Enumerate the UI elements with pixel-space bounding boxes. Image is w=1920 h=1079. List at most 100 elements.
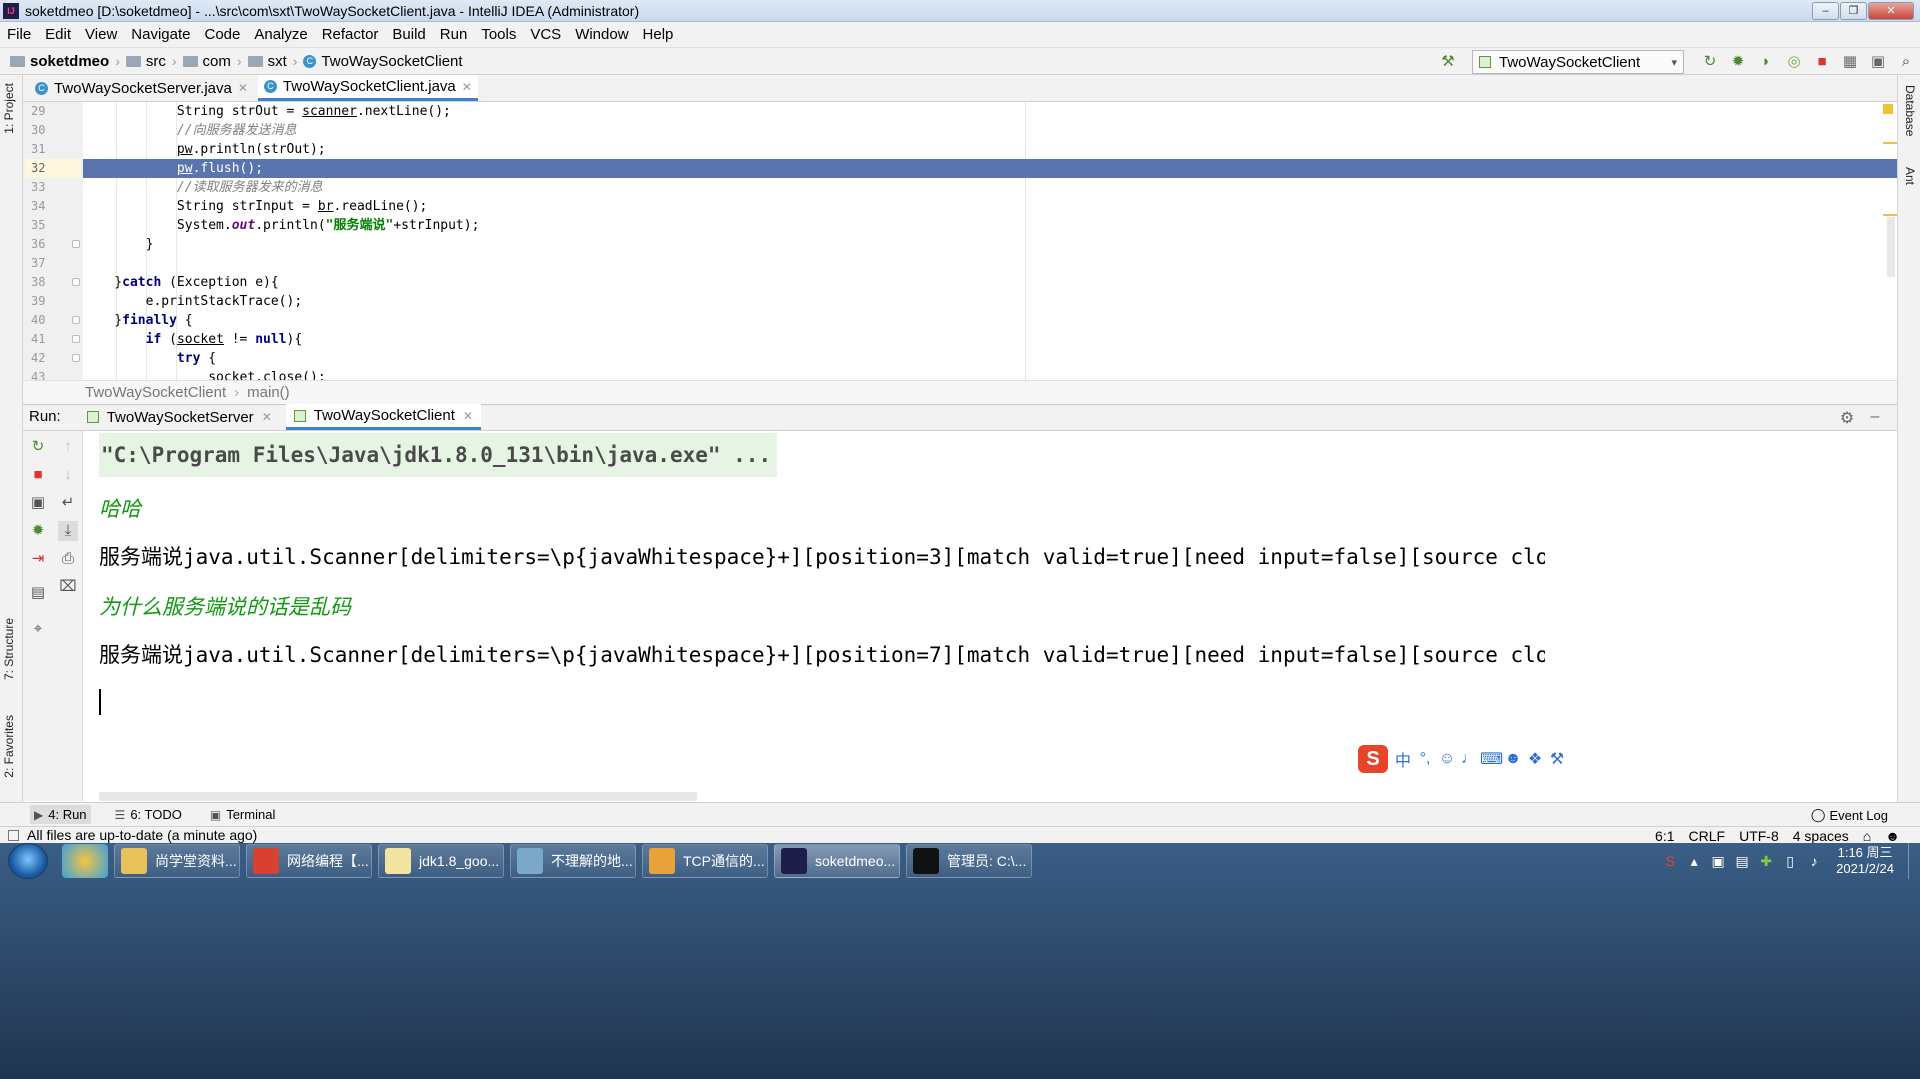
- breadcrumb-sxt[interactable]: sxt: [247, 53, 287, 70]
- network-icon[interactable]: ▤: [1730, 853, 1754, 870]
- breadcrumb-src[interactable]: src: [125, 53, 166, 70]
- debug-icon[interactable]: ✹: [28, 521, 48, 541]
- volume-icon[interactable]: ♪: [1802, 853, 1826, 869]
- sogou-tray-icon[interactable]: S: [1658, 853, 1682, 869]
- minimize-panel-icon[interactable]: –: [1861, 408, 1889, 428]
- rerun-icon[interactable]: ↻: [1696, 51, 1724, 73]
- minimize-button[interactable]: –: [1812, 2, 1839, 20]
- breadcrumb-project[interactable]: soketdmeo: [10, 53, 109, 70]
- microphone-icon[interactable]: ♩: [1458, 750, 1480, 768]
- taskbar-task[interactable]: soketdmeo...: [774, 844, 900, 878]
- layout-icon[interactable]: ▣: [1864, 51, 1892, 73]
- tray-app-icon[interactable]: ▣: [1706, 853, 1730, 870]
- menu-run[interactable]: Run: [440, 26, 468, 43]
- menu-vcs[interactable]: VCS: [530, 26, 561, 43]
- trash-icon[interactable]: ⌧: [58, 577, 78, 597]
- lock-icon[interactable]: ⌂: [1863, 828, 1871, 844]
- todo-tool-tab[interactable]: ☰ 6: TODO: [111, 805, 186, 824]
- indent-setting[interactable]: 4 spaces: [1793, 828, 1849, 844]
- taskbar-task[interactable]: 不理解的地...: [510, 844, 636, 878]
- marker[interactable]: [1883, 142, 1897, 144]
- code-line[interactable]: 40 }finally {: [31, 311, 1897, 330]
- start-button[interactable]: [8, 843, 48, 879]
- code-editor[interactable]: 29 String strOut = scanner.nextLine(); 30…: [23, 102, 1897, 380]
- code-line[interactable]: 33 //读取服务器发来的消息: [31, 178, 1897, 197]
- sogou-logo-icon[interactable]: S: [1358, 745, 1388, 773]
- code-line[interactable]: 30 //向服务器发送消息: [31, 121, 1897, 140]
- soft-wrap-icon[interactable]: ↵: [58, 493, 78, 513]
- file-encoding[interactable]: UTF-8: [1739, 828, 1779, 844]
- editor-breadcrumb-class[interactable]: TwoWaySocketClient: [85, 384, 226, 401]
- show-desktop-button[interactable]: [1908, 843, 1920, 879]
- code-line[interactable]: 42 try {: [31, 349, 1897, 368]
- project-tool-tab[interactable]: 1: Project: [2, 83, 16, 134]
- fold-marker-icon[interactable]: [72, 335, 80, 343]
- warning-marker[interactable]: [1883, 104, 1893, 114]
- favorites-tool-tab[interactable]: 2: Favorites: [2, 715, 16, 778]
- code-line[interactable]: 38 }catch (Exception e){: [31, 273, 1897, 292]
- breadcrumb-com[interactable]: com: [182, 53, 231, 70]
- fold-marker-icon[interactable]: [72, 278, 80, 286]
- fold-marker-icon[interactable]: [72, 240, 80, 248]
- taskbar-task[interactable]: 尚学堂资料...: [114, 844, 240, 878]
- keyboard-icon[interactable]: ⌨: [1480, 749, 1503, 769]
- menu-help[interactable]: Help: [643, 26, 674, 43]
- coverage-icon[interactable]: ◗: [1752, 51, 1780, 73]
- taskbar-task[interactable]: TCP通信的...: [642, 844, 768, 878]
- code-area[interactable]: 29 String strOut = scanner.nextLine(); 30…: [25, 102, 1897, 380]
- menu-edit[interactable]: Edit: [45, 26, 71, 43]
- close-button[interactable]: ✕: [1868, 2, 1914, 20]
- taskbar-task[interactable]: jdk1.8_goo...: [378, 844, 504, 878]
- code-line[interactable]: 39 e.printStackTrace();: [31, 292, 1897, 311]
- taskbar-task[interactable]: 网络编程【...: [246, 844, 372, 878]
- code-line[interactable]: 43 socket.close();: [31, 368, 1897, 380]
- scroll-thumb[interactable]: [1887, 217, 1895, 277]
- build-hammer-icon[interactable]: ⚒: [1434, 51, 1462, 73]
- code-line[interactable]: 32 pw.flush();: [25, 159, 1897, 178]
- menu-refactor[interactable]: Refactor: [322, 26, 379, 43]
- close-tab-icon[interactable]: ✕: [238, 81, 248, 95]
- taskbar-task[interactable]: 管理员: C:\...: [906, 844, 1032, 878]
- tab-twowaysocketclient[interactable]: C TwoWaySocketClient.java ✕: [257, 75, 478, 101]
- debug-icon[interactable]: ✹: [1724, 51, 1752, 73]
- pinned-app-icon[interactable]: [62, 844, 108, 878]
- code-line[interactable]: 36 }: [31, 235, 1897, 254]
- profile-icon[interactable]: ◎: [1780, 51, 1808, 73]
- horizontal-scrollbar[interactable]: [99, 792, 697, 801]
- wrench-icon[interactable]: ⚒: [1546, 749, 1568, 769]
- search-icon[interactable]: ⌕: [1892, 51, 1920, 73]
- exit-icon[interactable]: ⇥: [28, 549, 48, 569]
- fold-marker-icon[interactable]: [72, 354, 80, 362]
- database-tool-tab[interactable]: Database: [1903, 85, 1917, 136]
- event-log-tab[interactable]: ◯ Event Log: [1811, 807, 1888, 823]
- close-tab-icon[interactable]: ✕: [262, 410, 272, 424]
- caret-position[interactable]: 6:1: [1655, 828, 1674, 844]
- menu-analyze[interactable]: Analyze: [254, 26, 307, 43]
- code-line[interactable]: 29 String strOut = scanner.nextLine();: [31, 102, 1897, 121]
- menu-code[interactable]: Code: [204, 26, 240, 43]
- line-separator[interactable]: CRLF: [1689, 828, 1726, 844]
- code-line[interactable]: 41 if (socket != null){: [31, 330, 1897, 349]
- run-tab-client[interactable]: TwoWaySocketClient ✕: [285, 404, 481, 430]
- battery-icon[interactable]: ▯: [1778, 853, 1802, 870]
- menu-tools[interactable]: Tools: [481, 26, 516, 43]
- terminal-tool-tab[interactable]: ▣ Terminal: [206, 805, 279, 824]
- down-arrow-icon[interactable]: ↓: [58, 465, 78, 485]
- print-icon[interactable]: ⎙: [58, 549, 78, 569]
- editor-breadcrumb-method[interactable]: main(): [247, 384, 290, 401]
- code-line[interactable]: 31 pw.println(strOut);: [31, 140, 1897, 159]
- menu-file[interactable]: File: [7, 26, 31, 43]
- console-output[interactable]: "C:\Program Files\Java\jdk1.8.0_131\bin\…: [84, 431, 1545, 801]
- menu-build[interactable]: Build: [392, 26, 425, 43]
- layout-icon[interactable]: ▤: [28, 583, 48, 603]
- code-line[interactable]: 35 System.out.println("服务端说"+strInput);: [31, 216, 1897, 235]
- gear-icon[interactable]: ⚙: [1833, 408, 1861, 428]
- project-structure-icon[interactable]: ▦: [1836, 51, 1864, 73]
- run-configuration-select[interactable]: TwoWaySocketClient ▾: [1472, 50, 1684, 74]
- scroll-to-end-icon[interactable]: ⤓: [58, 521, 78, 541]
- pin-icon[interactable]: ⌖: [28, 619, 48, 639]
- close-tab-icon[interactable]: ✕: [462, 80, 472, 94]
- run-tab-server[interactable]: TwoWaySocketServer ✕: [79, 404, 280, 430]
- structure-tool-tab[interactable]: 7: Structure: [2, 618, 16, 680]
- skin-icon[interactable]: ❖: [1524, 749, 1546, 769]
